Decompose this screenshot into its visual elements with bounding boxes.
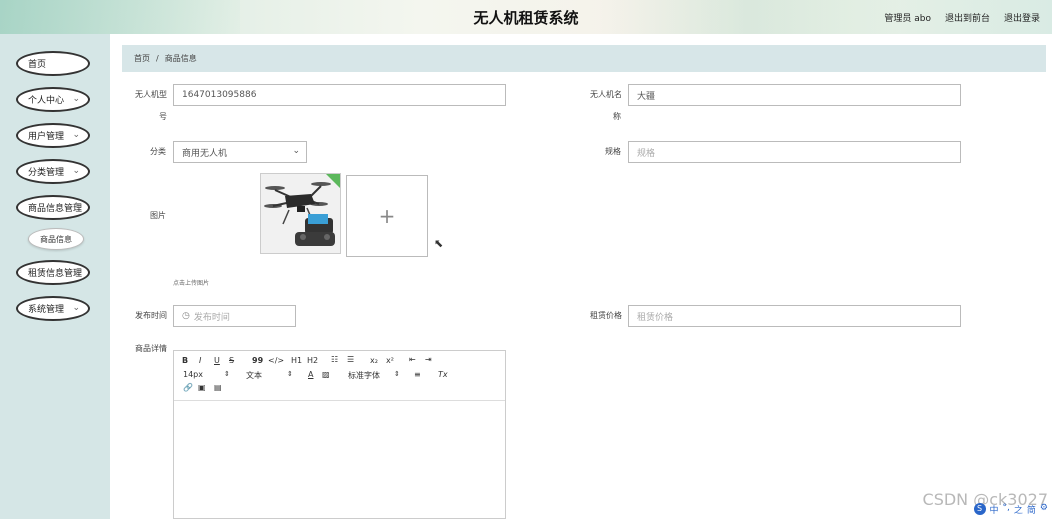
chevron-down-icon: ⌄: [72, 303, 80, 313]
category-select[interactable]: 商用无人机 ⌄: [173, 141, 307, 163]
spec-input[interactable]: 规格: [628, 141, 961, 163]
top-header: 无人机租赁系统 管理员 abo 退出到前台 退出登录: [0, 0, 1052, 34]
upload-hint: 点击上传图片: [173, 280, 210, 287]
ime-chinese-mode[interactable]: 中: [990, 503, 999, 516]
sidebar-item-label: 商品信息: [40, 234, 72, 244]
bold-button[interactable]: B: [182, 356, 188, 365]
font-size-select[interactable]: 14px: [183, 370, 203, 379]
sidebar-item-label: 系统管理: [28, 305, 65, 315]
chevron-down-icon: ⌄: [72, 94, 80, 104]
go-frontend-link[interactable]: 退出到前台: [945, 11, 990, 24]
align-icon[interactable]: ≡: [414, 370, 421, 379]
chevron-down-icon: ⌄: [72, 267, 80, 277]
sidebar-item-personal-center[interactable]: 个人中心 ⌄: [16, 87, 90, 112]
indent-icon[interactable]: ⇥: [425, 355, 432, 364]
editor-toolbar: B I U S 99 </> H1 H2 ☷ ☰ x₂ x² ⇤ ⇥ 14px …: [174, 351, 505, 401]
image-label: 图片: [150, 211, 166, 220]
bullet-list-icon[interactable]: ☰: [347, 355, 354, 364]
chevron-down-icon: ⌄: [72, 130, 80, 140]
ime-punctuation[interactable]: °,: [1003, 503, 1010, 516]
ime-toolbar: S 中 °, 之 简 ⚙: [973, 503, 1048, 516]
ime-settings-icon[interactable]: ⚙: [1040, 503, 1048, 516]
category-label: 分类: [150, 147, 166, 156]
sidebar-item-rental-management[interactable]: 租赁信息管理 ⌄: [16, 260, 90, 285]
sidebar: 首页 个人中心 ⌄ 用户管理 ⌄ 分类管理 ⌄ 商品信息管理 ⌃ 商品信息 租赁…: [0, 34, 110, 519]
model-label-cont: 号: [159, 112, 167, 121]
sidebar-item-label: 首页: [28, 60, 47, 70]
rich-text-editor: B I U S 99 </> H1 H2 ☷ ☰ x₂ x² ⇤ ⇥ 14px …: [173, 350, 506, 519]
detail-label: 商品详情: [135, 344, 167, 353]
ime-keyboard[interactable]: 简: [1027, 503, 1036, 516]
sidebar-item-user-management[interactable]: 用户管理 ⌄: [16, 123, 90, 148]
breadcrumb: 首页 / 商品信息: [122, 45, 1046, 72]
underline-button[interactable]: U: [214, 356, 220, 365]
breadcrumb-home[interactable]: 首页: [134, 53, 150, 64]
clear-format-button[interactable]: Tx: [438, 370, 448, 379]
font-family-select[interactable]: 标准字体: [348, 370, 380, 381]
sidebar-item-category-management[interactable]: 分类管理 ⌄: [16, 159, 90, 184]
category-selected-value: 商用无人机: [182, 148, 228, 159]
clock-icon: ◷: [182, 311, 190, 321]
spec-label: 规格: [605, 147, 621, 156]
chevron-down-icon: ⌄: [72, 166, 80, 176]
name-label-cont: 称: [613, 112, 621, 121]
publish-time-input[interactable]: ◷ 发布时间: [173, 305, 296, 327]
ime-logo-icon: S: [973, 503, 986, 515]
publish-time-placeholder: 发布时间: [193, 312, 230, 323]
editor-content-area[interactable]: [174, 401, 505, 519]
sidebar-item-system-management[interactable]: 系统管理 ⌄: [16, 296, 90, 321]
h1-button[interactable]: H1: [291, 356, 302, 365]
chevron-down-icon: ⌄: [292, 146, 300, 156]
blockquote-button[interactable]: 99: [252, 356, 263, 365]
sidebar-item-label: 用户管理: [28, 132, 65, 142]
plus-icon: +: [378, 204, 396, 228]
sidebar-subitem-product-info[interactable]: 商品信息: [28, 228, 84, 250]
superscript-button[interactable]: x²: [386, 356, 394, 365]
sidebar-item-label: 个人中心: [28, 96, 65, 106]
background-color-icon[interactable]: ▨: [322, 370, 330, 379]
breadcrumb-current: 商品信息: [164, 54, 197, 63]
h2-button[interactable]: H2: [307, 356, 318, 365]
publish-time-label: 发布时间: [135, 311, 167, 320]
name-input[interactable]: 大疆: [628, 84, 961, 106]
uploaded-drone-image[interactable]: [260, 173, 341, 254]
breadcrumb-separator: /: [156, 54, 159, 63]
rental-price-input[interactable]: 租赁价格: [628, 305, 961, 327]
model-input[interactable]: 1647013095886: [173, 84, 506, 106]
video-icon[interactable]: ▤: [214, 383, 222, 392]
upload-success-badge: [326, 174, 340, 188]
ordered-list-icon[interactable]: ☷: [331, 355, 338, 364]
strike-button[interactable]: S: [229, 356, 234, 365]
italic-button[interactable]: I: [199, 356, 201, 365]
name-label: 无人机名: [590, 90, 622, 99]
image-icon[interactable]: ▣: [198, 383, 206, 392]
outdent-icon[interactable]: ⇤: [409, 355, 416, 364]
upload-add-button[interactable]: +: [346, 175, 428, 257]
sidebar-item-label: 分类管理: [28, 168, 65, 178]
logout-link[interactable]: 退出登录: [1004, 11, 1040, 24]
chevron-up-icon: ⌃: [72, 202, 80, 212]
code-block-button[interactable]: </>: [268, 356, 284, 365]
font-color-button[interactable]: A: [308, 370, 313, 379]
mouse-cursor-icon: ⬉: [434, 237, 444, 250]
sidebar-item-product-management[interactable]: 商品信息管理 ⌃: [16, 195, 90, 220]
paragraph-select[interactable]: 文本: [246, 370, 262, 381]
link-icon[interactable]: 🔗: [183, 383, 193, 392]
rental-price-label: 租赁价格: [590, 311, 622, 320]
ime-emoji[interactable]: 之: [1014, 503, 1023, 516]
admin-user-label: 管理员 abo: [884, 14, 931, 24]
sidebar-item-home[interactable]: 首页: [16, 51, 90, 76]
subscript-button[interactable]: x₂: [370, 356, 378, 365]
model-label: 无人机型: [135, 90, 167, 99]
chevron-updown-icon: ⇕: [224, 370, 230, 378]
chevron-updown-icon: ⇕: [287, 370, 293, 378]
chevron-updown-icon: ⇕: [394, 370, 400, 378]
header-links: 管理员 abo 退出到前台 退出登录: [884, 11, 1040, 24]
